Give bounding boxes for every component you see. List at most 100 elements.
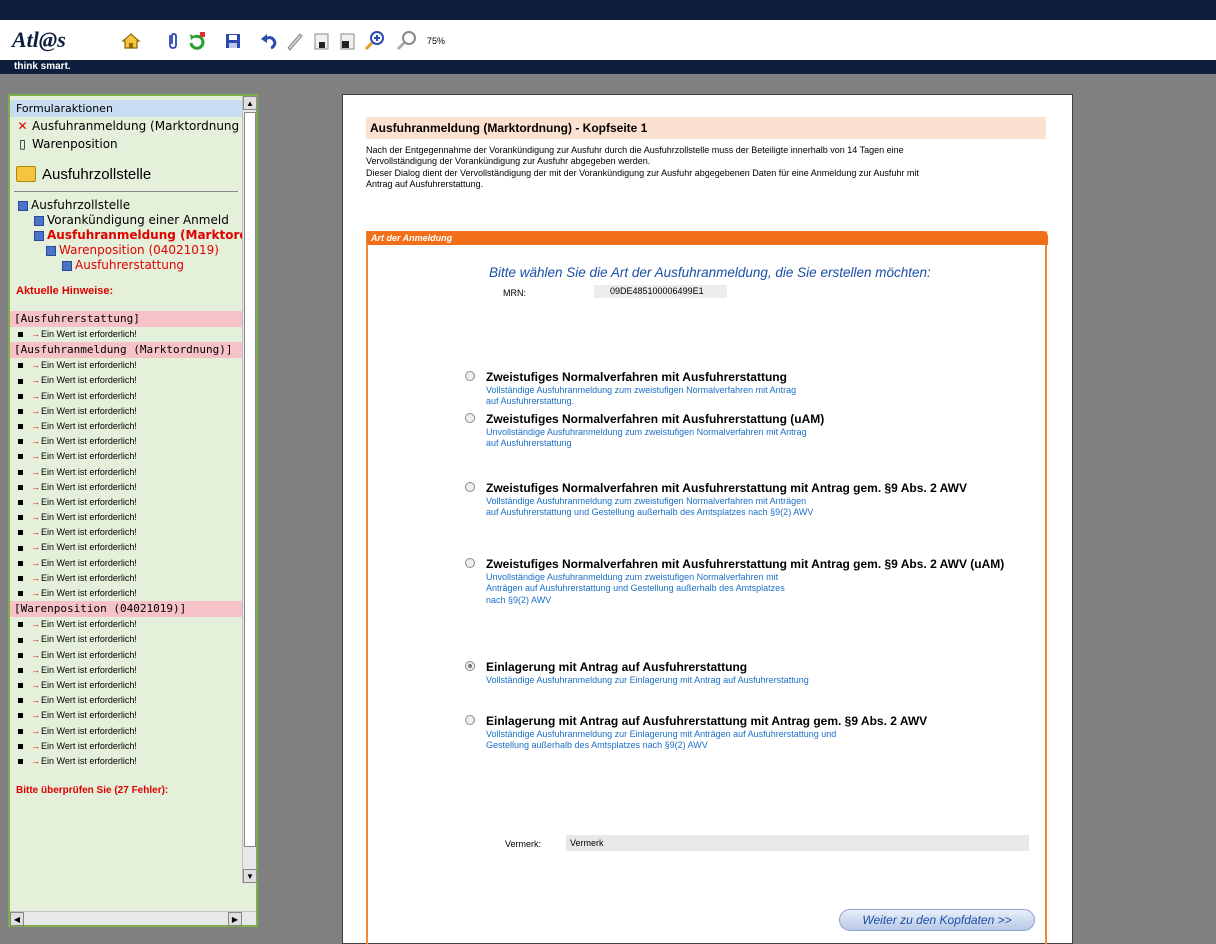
hint-item[interactable]: →Ein Wert ist erforderlich! bbox=[10, 419, 242, 434]
arrow-right-icon: → bbox=[31, 466, 40, 477]
hint-item[interactable]: →Ein Wert ist erforderlich! bbox=[10, 724, 242, 739]
vermerk-label: Vermerk: bbox=[505, 839, 542, 849]
intro-line: Nach der Entgegennahme der Vorankündigun… bbox=[366, 145, 904, 155]
arrow-right-icon: → bbox=[31, 679, 40, 690]
form-page: Ausfuhranmeldung (Marktordnung) - Kopfse… bbox=[342, 94, 1073, 944]
option-description: Unvollständige Ausfuhranmeldung zum zwei… bbox=[486, 572, 906, 606]
radio-button[interactable] bbox=[465, 661, 475, 671]
radio-button[interactable] bbox=[465, 482, 475, 492]
divider bbox=[14, 191, 238, 192]
form-action-warenposition[interactable]: ▯ Warenposition bbox=[10, 135, 242, 153]
bullet-icon bbox=[18, 743, 23, 749]
bullet-icon bbox=[18, 424, 23, 430]
vertical-scrollbar[interactable]: ▲ ▼ bbox=[242, 96, 257, 883]
navigation-panel: Formularaktionen ✕ Ausfuhranmeldung (Mark… bbox=[8, 94, 258, 927]
hint-text: Ein Wert ist erforderlich! bbox=[41, 679, 137, 690]
radio-button[interactable] bbox=[465, 715, 475, 725]
tree-node-icon bbox=[34, 230, 44, 241]
hint-text: Ein Wert ist erforderlich! bbox=[41, 360, 137, 371]
arrow-right-icon: → bbox=[31, 375, 40, 386]
hint-item[interactable]: →Ein Wert ist erforderlich! bbox=[10, 586, 242, 601]
hint-group-ausfuhrerstattung[interactable]: [Ausfuhrerstattung] bbox=[10, 311, 242, 327]
hint-text: Ein Wert ist erforderlich! bbox=[41, 588, 137, 598]
tree-item-warenposition[interactable]: Warenposition (04021019) bbox=[10, 243, 242, 258]
horizontal-scrollbar[interactable]: ◀ ▶ bbox=[10, 911, 256, 926]
hint-item[interactable]: →Ein Wert ist erforderlich! bbox=[10, 648, 242, 663]
tree-item-ausfuhranmeldung[interactable]: Ausfuhranmeldung (Marktordr bbox=[10, 228, 242, 243]
hint-item[interactable]: →Ein Wert ist erforderlich! bbox=[10, 540, 242, 555]
next-to-header-data-button[interactable]: Weiter zu den Kopfdaten >> bbox=[839, 909, 1035, 931]
page-first-icon[interactable] bbox=[310, 30, 332, 52]
hint-item[interactable]: →Ein Wert ist erforderlich! bbox=[10, 617, 242, 632]
hint-item[interactable]: →Ein Wert ist erforderlich! bbox=[10, 525, 242, 540]
scroll-right-icon[interactable]: ▶ bbox=[228, 912, 242, 926]
app-logo: Atl@s bbox=[12, 24, 66, 56]
hint-text: Ein Wert ist erforderlich! bbox=[41, 375, 137, 386]
page-title: Ausfuhranmeldung (Marktordnung) - Kopfse… bbox=[366, 117, 1046, 139]
hint-item[interactable]: →Ein Wert ist erforderlich! bbox=[10, 708, 242, 723]
tree-item-ausfuhrerstattung[interactable]: Ausfuhrerstattung bbox=[10, 258, 242, 273]
hint-item[interactable]: →Ein Wert ist erforderlich! bbox=[10, 632, 242, 647]
home-icon[interactable] bbox=[120, 30, 142, 52]
bullet-icon bbox=[18, 575, 23, 581]
hint-item[interactable]: →Ein Wert ist erforderlich! bbox=[10, 465, 242, 480]
hint-item[interactable]: →Ein Wert ist erforderlich! bbox=[10, 663, 242, 678]
mrn-label: MRN: bbox=[503, 288, 526, 298]
hint-item[interactable]: →Ein Wert ist erforderlich! bbox=[10, 480, 242, 495]
hint-item[interactable]: →Ein Wert ist erforderlich! bbox=[10, 404, 242, 419]
attachment-icon[interactable] bbox=[162, 30, 184, 52]
hint-item[interactable]: →Ein Wert ist erforderlich! bbox=[10, 571, 242, 586]
zoom-out-icon[interactable] bbox=[396, 30, 418, 52]
radio-button[interactable] bbox=[465, 371, 475, 381]
form-action-ausfuhranmeldung[interactable]: ✕ Ausfuhranmeldung (Marktordnung bbox=[10, 117, 242, 135]
tree-item-ausfuhrzollstelle[interactable]: Ausfuhrzollstelle bbox=[10, 198, 242, 213]
hint-text: Ein Wert ist erforderlich! bbox=[41, 664, 137, 675]
bullet-icon bbox=[18, 637, 23, 643]
option-description-line: Unvollständige Ausfuhranmeldung zum zwei… bbox=[486, 572, 779, 582]
bullet-icon bbox=[18, 439, 23, 445]
tree-item-vorankuendigung[interactable]: Vorankündigung einer Anmeld bbox=[10, 213, 242, 228]
scroll-down-icon[interactable]: ▼ bbox=[243, 869, 257, 883]
hint-item[interactable]: →Ein Wert ist erforderlich! bbox=[10, 449, 242, 464]
tree-item-label: Ausfuhrerstattung bbox=[75, 258, 185, 272]
scroll-up-icon[interactable]: ▲ bbox=[243, 96, 257, 110]
arrow-right-icon: → bbox=[31, 420, 40, 431]
tagline: think smart. bbox=[14, 61, 71, 72]
tree-item-label: Ausfuhranmeldung (Marktordr bbox=[47, 228, 242, 242]
page-second-icon[interactable] bbox=[336, 30, 358, 52]
zoom-in-icon[interactable] bbox=[364, 30, 386, 52]
hint-item[interactable]: →Ein Wert ist erforderlich! bbox=[10, 434, 242, 449]
hint-item[interactable]: →Ein Wert ist erforderlich! bbox=[10, 327, 242, 342]
hint-item[interactable]: →Ein Wert ist erforderlich! bbox=[10, 510, 242, 525]
tree-node-icon bbox=[18, 200, 28, 211]
hint-item[interactable]: →Ein Wert ist erforderlich! bbox=[10, 693, 242, 708]
option-description-line: Vollständige Ausfuhranmeldung zur Einlag… bbox=[486, 729, 837, 739]
undo-icon[interactable] bbox=[258, 30, 280, 52]
scroll-thumb[interactable] bbox=[244, 112, 256, 847]
choose-instruction: Bitte wählen Sie die Art der Ausfuhranme… bbox=[489, 265, 931, 280]
hint-item[interactable]: →Ein Wert ist erforderlich! bbox=[10, 495, 242, 510]
hint-item[interactable]: →Ein Wert ist erforderlich! bbox=[10, 389, 242, 404]
save-icon[interactable] bbox=[222, 30, 244, 52]
section-title: Ausfuhrzollstelle bbox=[10, 153, 242, 187]
hint-item[interactable]: →Ein Wert ist erforderlich! bbox=[10, 739, 242, 754]
hint-group-warenposition[interactable]: [Warenposition (04021019)] bbox=[10, 601, 242, 618]
hint-item[interactable]: →Ein Wert ist erforderlich! bbox=[10, 373, 242, 388]
bullet-icon bbox=[18, 667, 23, 673]
hint-text: Ein Wert ist erforderlich! bbox=[41, 512, 137, 523]
hint-text: Ein Wert ist erforderlich! bbox=[41, 329, 137, 339]
hint-group-ausfuhranmeldung[interactable]: [Ausfuhranmeldung (Marktordnung)] bbox=[10, 342, 242, 359]
vermerk-field[interactable]: Vermerk bbox=[566, 835, 1029, 851]
hint-item[interactable]: →Ein Wert ist erforderlich! bbox=[10, 358, 242, 373]
radio-button[interactable] bbox=[465, 558, 475, 568]
hint-item[interactable]: →Ein Wert ist erforderlich! bbox=[10, 678, 242, 693]
edit-icon[interactable] bbox=[284, 30, 306, 52]
scroll-left-icon[interactable]: ◀ bbox=[10, 912, 24, 926]
arrow-right-icon: → bbox=[31, 481, 40, 492]
radio-button[interactable] bbox=[465, 413, 475, 423]
refresh-icon[interactable] bbox=[186, 30, 208, 52]
hint-item[interactable]: →Ein Wert ist erforderlich! bbox=[10, 556, 242, 571]
arrow-right-icon: → bbox=[31, 360, 40, 371]
hint-item[interactable]: →Ein Wert ist erforderlich! bbox=[10, 754, 242, 769]
arrow-right-icon: → bbox=[31, 664, 40, 675]
